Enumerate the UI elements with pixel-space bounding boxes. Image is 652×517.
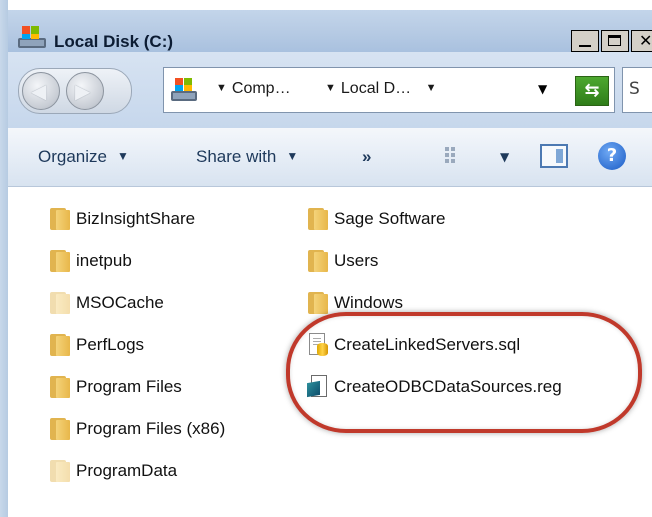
chevron-down-icon: ▼ xyxy=(216,82,227,94)
chevron-down-icon: ▼ xyxy=(325,82,336,94)
breadcrumb-computer[interactable]: ▼ Comp… xyxy=(216,80,291,98)
item-label: Windows xyxy=(334,293,403,312)
computer-icon xyxy=(171,78,197,101)
chevron-down-icon: ▼ xyxy=(116,149,129,163)
maximize-button[interactable] xyxy=(601,30,629,52)
folder-icon xyxy=(48,459,72,483)
item-label: Sage Software xyxy=(334,209,446,228)
window-controls xyxy=(571,30,652,52)
forward-arrow-icon: ▶ xyxy=(75,79,91,103)
item-label: PerfLogs xyxy=(76,335,145,354)
list-item[interactable]: BizInsightShare xyxy=(48,206,195,232)
item-label: ProgramData xyxy=(76,461,178,480)
back-arrow-icon: ◀ xyxy=(31,79,47,103)
folder-icon xyxy=(48,291,72,315)
folder-icon xyxy=(48,417,72,441)
title-bar[interactable]: Local Disk (C:) xyxy=(8,10,652,52)
highlight-annotation xyxy=(286,312,642,433)
change-view-icon[interactable] xyxy=(443,144,465,168)
list-item[interactable]: PerfLogs xyxy=(48,332,144,358)
navigation-bar: ◀ ▶ ▼ Comp… ▼ Local D… ▼ ▼ ⇆ S xyxy=(8,52,652,128)
explorer-window: Local Disk (C:) ◀ ▶ ▼Comp… xyxy=(0,0,652,517)
breadcrumb-local-disk[interactable]: ▼ Local D… ▼ xyxy=(325,80,441,98)
list-item[interactable]: Sage Software xyxy=(306,206,446,232)
drive-icon xyxy=(18,26,46,48)
list-item[interactable]: inetpub xyxy=(48,248,132,274)
forward-button[interactable]: ▶ xyxy=(66,72,104,110)
item-label: Program Files (x86) xyxy=(76,419,226,438)
preview-pane-icon[interactable] xyxy=(540,144,568,168)
refresh-icon: ⇆ xyxy=(584,80,600,101)
window-left-border xyxy=(0,0,8,517)
item-label: MSOCache xyxy=(76,293,164,312)
views-dropdown-button[interactable]: ▼ xyxy=(500,150,509,164)
window-title: Local Disk (C:) xyxy=(54,32,174,51)
search-input[interactable]: S xyxy=(622,67,652,113)
item-label: Program Files xyxy=(76,377,182,396)
window-bottom xyxy=(8,508,652,517)
item-label: inetpub xyxy=(76,251,132,270)
command-bar: Organize ▼ Share with ▼ » ▼ ? xyxy=(8,128,652,187)
list-item[interactable]: Users xyxy=(306,248,378,274)
list-item[interactable]: MSOCache xyxy=(48,290,164,316)
more-commands-button[interactable]: » xyxy=(362,147,371,167)
list-item[interactable]: Program Files (x86) xyxy=(48,416,225,442)
folder-icon xyxy=(48,207,72,231)
refresh-button[interactable]: ⇆ xyxy=(575,76,609,106)
address-bar[interactable]: ▼ Comp… ▼ Local D… ▼ ▼ ⇆ xyxy=(163,67,615,113)
folder-icon xyxy=(306,249,330,273)
back-button[interactable]: ◀ xyxy=(22,72,60,110)
organize-button[interactable]: Organize ▼ xyxy=(38,147,129,167)
list-item[interactable]: ProgramData xyxy=(48,458,177,484)
minimize-button[interactable] xyxy=(571,30,599,52)
chevron-down-icon: ▼ xyxy=(425,82,437,94)
close-button[interactable] xyxy=(631,30,652,52)
folder-icon xyxy=(48,375,72,399)
list-item[interactable]: Program Files xyxy=(48,374,182,400)
chevron-down-icon: ▼ xyxy=(286,149,299,163)
folder-icon xyxy=(48,249,72,273)
folder-icon xyxy=(48,333,72,357)
item-label: BizInsightShare xyxy=(76,209,196,228)
item-label: Users xyxy=(334,251,379,270)
folder-icon xyxy=(306,207,330,231)
folder-icon xyxy=(306,291,330,315)
share-with-button[interactable]: Share with ▼ xyxy=(196,147,298,167)
help-icon[interactable]: ? xyxy=(598,142,626,170)
address-history-dropdown[interactable]: ▼ xyxy=(538,82,547,96)
